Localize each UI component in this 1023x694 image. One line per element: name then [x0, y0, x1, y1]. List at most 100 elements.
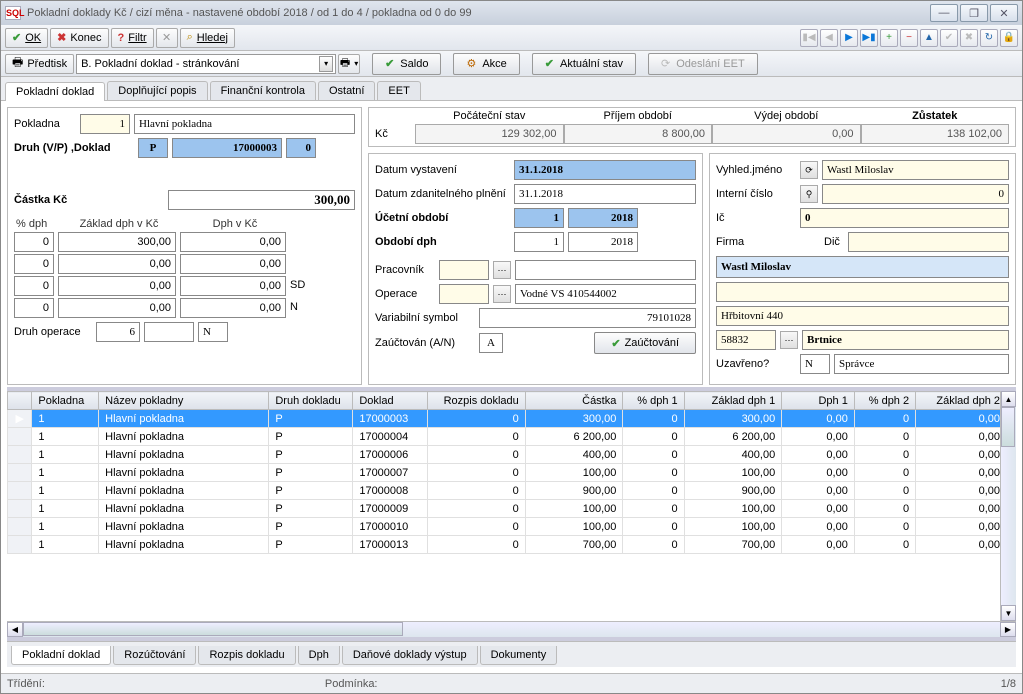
partner-psc[interactable]: 58832 [716, 330, 776, 350]
tab-ostatni[interactable]: Ostatní [318, 81, 375, 100]
ucetni-obdobi-y[interactable]: 2018 [568, 208, 638, 228]
predtisk-combo[interactable]: B. Pokladní doklad - stránkování▾ [76, 54, 336, 74]
interni-cislo-input[interactable]: 0 [822, 184, 1009, 204]
horizontal-scrollbar[interactable]: ◀ ▶ [7, 621, 1016, 637]
saldo-button[interactable]: ✔Saldo [372, 53, 441, 75]
tab-doplnujici-popis[interactable]: Doplňující popis [107, 81, 207, 100]
hledej-button[interactable]: ⌕Hledej [180, 28, 235, 48]
datum-vystaveni-input[interactable]: 31.1.2018 [514, 160, 696, 180]
hscroll-thumb[interactable] [23, 622, 403, 636]
scroll-right-icon[interactable]: ▶ [1000, 622, 1016, 637]
filtr-button[interactable]: ?Filtr [111, 28, 154, 48]
table-row[interactable]: 1Hlavní pokladnaP170000100100,000100,000… [8, 518, 1001, 536]
table-row[interactable]: 1Hlavní pokladnaP170000070100,000100,000… [8, 464, 1001, 482]
dph-dph-cell[interactable]: 0,00 [180, 232, 286, 252]
nav-last-icon[interactable]: ▶▮ [860, 29, 878, 47]
tab-pokladni-doklad[interactable]: Pokladní doklad [5, 82, 105, 101]
col-header[interactable]: Základ dph 1 [684, 392, 782, 410]
dph-dph-cell[interactable]: 0,00 [180, 298, 286, 318]
row-handle[interactable] [8, 536, 32, 554]
datum-zdanitelneho-input[interactable]: 31.1.2018 [514, 184, 696, 204]
nav-lock-icon[interactable]: 🔒 [1000, 29, 1018, 47]
btab-dph[interactable]: Dph [298, 646, 340, 665]
nav-add-icon[interactable]: + [880, 29, 898, 47]
table-row[interactable]: 1Hlavní pokladnaP170000060400,000400,000… [8, 446, 1001, 464]
nav-next-icon[interactable]: ▶ [840, 29, 858, 47]
nav-refresh-icon[interactable]: ↻ [980, 29, 998, 47]
table-row[interactable]: 1Hlavní pokladnaP170000130700,000700,000… [8, 536, 1001, 554]
vs-input[interactable]: 79101028 [479, 308, 696, 328]
druh-operace-input2[interactable] [144, 322, 194, 342]
nav-first-icon[interactable]: ▮◀ [800, 29, 818, 47]
operace-code[interactable] [439, 284, 489, 304]
rozpis-input[interactable]: 0 [286, 138, 316, 158]
akce-button[interactable]: ⚙Akce [453, 53, 519, 75]
konec-button[interactable]: ✖Konec [50, 28, 108, 48]
row-handle[interactable] [8, 482, 32, 500]
dph-dph-cell[interactable]: 0,00 [180, 254, 286, 274]
row-handle[interactable] [8, 500, 32, 518]
col-header[interactable]: Pokladna [32, 392, 99, 410]
zauctovan-input[interactable]: A [479, 333, 503, 353]
table-row[interactable]: 1Hlavní pokladnaP170000080900,000900,000… [8, 482, 1001, 500]
grid-scroll[interactable]: PokladnaNázev pokladnyDruh dokladuDoklad… [7, 391, 1000, 621]
col-header[interactable]: Název pokladny [99, 392, 269, 410]
operace-text[interactable]: Vodné VS 410544002 [515, 284, 696, 304]
filter-clear-button[interactable]: ✕ [156, 28, 178, 48]
maximize-button[interactable]: ❐ [960, 4, 988, 22]
row-handle[interactable] [8, 428, 32, 446]
scroll-thumb[interactable] [1001, 407, 1015, 447]
dph-zaklad-cell[interactable]: 300,00 [58, 232, 176, 252]
nav-cancel-icon[interactable]: ✖ [960, 29, 978, 47]
col-header[interactable]: Základ dph 2 [916, 392, 1000, 410]
col-header[interactable]: % dph 2 [854, 392, 915, 410]
close-window-button[interactable]: ✕ [990, 4, 1018, 22]
col-header[interactable]: Druh dokladu [269, 392, 353, 410]
aktualni-stav-button[interactable]: ✔Aktuální stav [532, 53, 636, 75]
vertical-scrollbar[interactable]: ▲ ▼ [1000, 391, 1016, 621]
col-header[interactable]: Doklad [353, 392, 428, 410]
druh-input[interactable]: P [138, 138, 168, 158]
col-header[interactable]: Dph 1 [782, 392, 855, 410]
druh-operace-input[interactable]: 6 [96, 322, 140, 342]
print-button[interactable]: 🖶▾ [338, 54, 360, 74]
dph-pct-cell[interactable]: 0 [14, 232, 54, 252]
ic-input[interactable]: 0 [800, 208, 1009, 228]
btab-pokladni-doklad[interactable]: Pokladní doklad [11, 646, 111, 665]
doklad-input[interactable]: 17000003 [172, 138, 282, 158]
dph-zaklad-cell[interactable]: 0,00 [58, 276, 176, 296]
col-header[interactable]: Částka [525, 392, 623, 410]
row-handle[interactable] [8, 464, 32, 482]
row-handle[interactable] [8, 518, 32, 536]
eet-button[interactable]: ⟳Odeslání EET [648, 53, 758, 75]
dph-pct-cell[interactable]: 0 [14, 276, 54, 296]
druh-operace-input3[interactable]: N [198, 322, 228, 342]
pracovnik-code[interactable] [439, 260, 489, 280]
obdobi-dph-m[interactable]: 1 [514, 232, 564, 252]
predtisk-button[interactable]: 🖶Předtisk [5, 54, 74, 74]
nav-confirm-icon[interactable]: ✔ [940, 29, 958, 47]
dph-zaklad-cell[interactable]: 0,00 [58, 254, 176, 274]
pracovnik-lookup-icon[interactable]: ⋯ [493, 261, 511, 279]
table-row[interactable]: ▶1Hlavní pokladnaP170000030300,000300,00… [8, 410, 1001, 428]
operace-lookup-icon[interactable]: ⋯ [493, 285, 511, 303]
nav-edit-icon[interactable]: ▲ [920, 29, 938, 47]
btab-rozuctovani[interactable]: Rozúčtování [113, 646, 196, 665]
col-header[interactable]: % dph 1 [623, 392, 684, 410]
ucetni-obdobi-m[interactable]: 1 [514, 208, 564, 228]
psc-lookup-icon[interactable]: ⋯ [780, 331, 798, 349]
row-handle[interactable] [8, 446, 32, 464]
nav-prev-icon[interactable]: ◀ [820, 29, 838, 47]
btab-danove-doklady[interactable]: Daňové doklady výstup [342, 646, 478, 665]
scroll-left-icon[interactable]: ◀ [7, 622, 23, 637]
zauctovani-button[interactable]: ✔Zaúčtování [594, 332, 696, 354]
partner-addr1[interactable] [716, 282, 1009, 302]
table-row[interactable]: 1Hlavní pokladnaP1700000406 200,0006 200… [8, 428, 1001, 446]
dph-zaklad-cell[interactable]: 0,00 [58, 298, 176, 318]
castka-input[interactable]: 300,00 [168, 190, 355, 210]
scroll-down-icon[interactable]: ▼ [1001, 605, 1016, 621]
tab-eet[interactable]: EET [377, 81, 420, 100]
btab-rozpis-dokladu[interactable]: Rozpis dokladu [198, 646, 295, 665]
uzavreno-input[interactable]: N [800, 354, 830, 374]
obdobi-dph-y[interactable]: 2018 [568, 232, 638, 252]
